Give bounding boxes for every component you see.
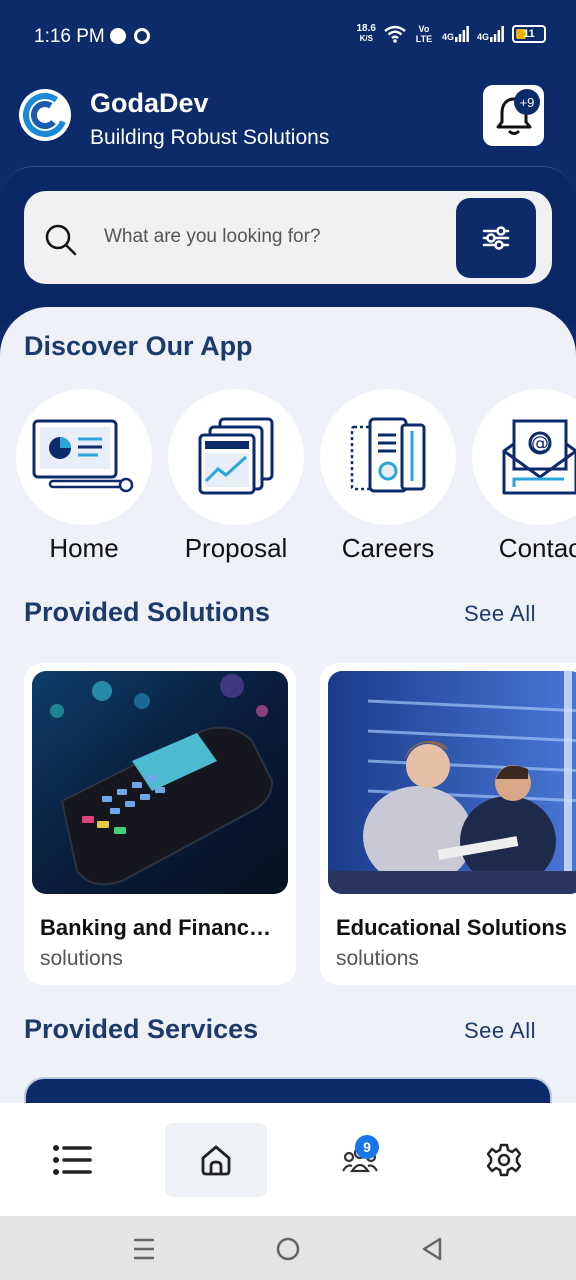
app-item-contact[interactable]: @ Contac (472, 389, 576, 564)
menu-list-icon (53, 1145, 92, 1175)
recent-apps-icon (134, 1238, 154, 1260)
app-tagline: Building Robust Solutions (90, 126, 330, 149)
solutions-title: Provided Solutions (24, 597, 271, 627)
careers-document-icon (350, 417, 426, 493)
search-input[interactable] (104, 213, 434, 261)
battery-icon: 11 (512, 25, 546, 43)
settings-icon (487, 1143, 521, 1177)
signal-icon-1: 4G (442, 26, 469, 42)
discover-title: Discover Our App (24, 331, 253, 361)
email-envelope-icon: @ (502, 419, 576, 495)
chat-notification-icon (110, 28, 126, 44)
recent-apps-button[interactable] (129, 1234, 159, 1264)
solution-card-education[interactable]: Educational Solutions solutions (320, 663, 576, 985)
sliders-icon (482, 226, 510, 250)
app-item-home[interactable]: Home (16, 389, 152, 564)
search-box (24, 191, 552, 284)
notification-badge: +9 (514, 89, 540, 115)
nav-home[interactable] (165, 1123, 267, 1197)
circle-home-icon (276, 1237, 300, 1261)
app-label: Home (49, 533, 119, 563)
svg-text:@: @ (531, 433, 549, 454)
solution-title: Educational Solutions (336, 915, 568, 940)
home-system-button[interactable] (273, 1234, 303, 1264)
solution-subtitle: solutions (40, 947, 123, 970)
back-button[interactable] (417, 1234, 447, 1264)
app-header: GodaDev Building Robust Solutions +9 (0, 84, 576, 164)
bottom-nav: 9 (0, 1103, 576, 1216)
main-content: Discover Our App Home Proposal Careers @… (0, 307, 576, 1117)
education-image (328, 671, 576, 894)
system-nav-bar (0, 1216, 576, 1280)
nav-users[interactable]: 9 (309, 1123, 411, 1197)
app-label: Proposal (184, 533, 288, 563)
nav-menu[interactable] (21, 1123, 123, 1197)
proposal-chart-icon (198, 417, 274, 495)
search-panel (0, 166, 576, 326)
app-label: Contac (498, 533, 576, 563)
home-icon (201, 1145, 231, 1176)
app-item-careers[interactable]: Careers (320, 389, 456, 564)
app-name: GodaDev (90, 88, 209, 118)
banking-image (32, 671, 288, 894)
app-logo (19, 89, 71, 141)
signal-icon-2: 4G (477, 26, 504, 42)
app-notification-icon (134, 28, 150, 44)
apps-row: Home Proposal Careers @ Contac (16, 389, 576, 564)
wifi-icon (384, 25, 406, 43)
back-triangle-icon (422, 1237, 442, 1261)
search-icon (45, 224, 77, 256)
nav-settings[interactable] (453, 1123, 555, 1197)
status-bar: 1:16 PM 18.6 K/S Vo LTE 4G 4G 11 (0, 0, 576, 76)
services-title: Provided Services (24, 1014, 259, 1044)
services-see-all-link[interactable]: See All (464, 1018, 536, 1044)
solution-card-banking[interactable]: Banking and Financ… solutions (24, 663, 296, 985)
status-time: 1:16 PM (34, 26, 105, 47)
filter-button[interactable] (456, 198, 536, 278)
solution-subtitle: solutions (336, 947, 419, 970)
users-badge: 9 (355, 1135, 379, 1159)
volte-indicator: Vo LTE (415, 24, 433, 44)
network-speed: 18.6 K/S (356, 23, 376, 44)
app-item-proposal[interactable]: Proposal (168, 389, 304, 564)
solutions-see-all-link[interactable]: See All (464, 601, 536, 627)
dashboard-icon (32, 419, 134, 493)
solution-title: Banking and Financ… (40, 915, 272, 940)
solutions-row: Banking and Financ… solutions Educationa… (24, 663, 576, 985)
notifications-button[interactable]: +9 (483, 85, 544, 146)
app-label: Careers (341, 533, 435, 563)
